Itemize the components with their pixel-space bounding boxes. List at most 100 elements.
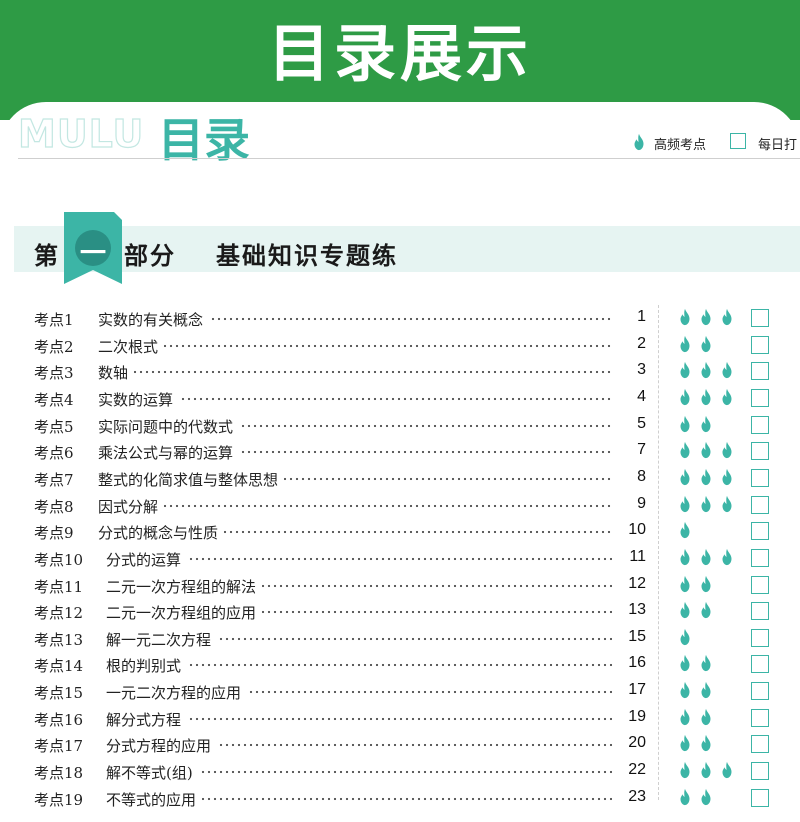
toc-checkbox[interactable] (751, 762, 769, 781)
toc-row[interactable]: 考点13 解一元二次方程 15 (0, 625, 800, 651)
flame-icon (701, 415, 711, 432)
toc-checkbox[interactable] (751, 548, 769, 567)
toc-title: 分式方程的应用 (106, 735, 218, 757)
toc-checkbox[interactable] (751, 708, 769, 727)
flame-icon (680, 655, 690, 672)
section-number: 一 (79, 239, 106, 269)
toc-row[interactable]: 考点17 分式方程的应用 20 (0, 731, 800, 757)
flame-icon (722, 308, 732, 326)
toc-code: 考点4 (34, 390, 74, 409)
toc-row[interactable]: 考点5 实际问题中的代数式 5 (0, 412, 800, 438)
toc-code: 考点7 (34, 470, 74, 489)
toc-checkbox[interactable] (751, 602, 769, 621)
toc-title: 实际问题中的代数式 (98, 415, 240, 437)
toc-code: 考点9 (34, 524, 74, 543)
banner-title: 目录展示 (267, 17, 532, 90)
toc-checkbox[interactable] (751, 575, 769, 594)
toc-page-number: 17 (612, 681, 646, 700)
flame-icon (701, 575, 711, 592)
toc-checkbox[interactable] (751, 495, 769, 514)
section-prefix: 第 (34, 241, 60, 270)
toc-checkbox[interactable] (751, 655, 769, 674)
flame-icon (701, 468, 711, 485)
toc-checkbox[interactable] (751, 522, 769, 541)
toc-title: 二次根式 (98, 335, 165, 357)
flame-icon (701, 308, 711, 326)
toc-frequency (676, 495, 739, 515)
toc-page-number: 5 (612, 414, 646, 433)
toc-checkbox[interactable] (751, 682, 769, 701)
flame-icon (701, 761, 711, 779)
toc-frequency (676, 441, 739, 461)
toc-page-number: 9 (612, 494, 646, 513)
flame-icon (680, 335, 690, 352)
legend-checkin-label: 每日打 (758, 138, 798, 153)
flame-icon (680, 388, 690, 406)
flame-icon (680, 362, 690, 379)
toc-row[interactable]: 考点4 实数的运算 4 (0, 385, 800, 411)
toc-checkbox[interactable] (751, 788, 769, 807)
toc-title: 整式的化简求值与整体思想 (98, 468, 285, 490)
toc-title: 不等式的应用 (106, 788, 203, 810)
flame-icon (701, 788, 711, 805)
toc-row[interactable]: 考点8 因式分解 9 (0, 492, 800, 518)
toc-row[interactable]: 考点19 不等式的应用 23 (0, 785, 800, 811)
toc-code: 考点10 (34, 550, 84, 569)
toc-checkbox[interactable] (751, 735, 769, 754)
toc-row[interactable]: 考点3 数轴 3 (0, 358, 800, 384)
flame-icon (701, 548, 711, 565)
toc-frequency (676, 521, 697, 541)
toc-row[interactable]: 考点11 二元一次方程组的解法 12 (0, 572, 800, 598)
contents-heading-title: 目录 (158, 113, 250, 167)
toc-code: 考点14 (34, 657, 84, 676)
toc-leader-dots (108, 394, 612, 403)
toc-frequency (676, 548, 739, 568)
toc-page-number: 3 (612, 361, 646, 380)
toc-code: 考点8 (34, 497, 74, 516)
toc-code: 考点3 (34, 364, 74, 383)
toc-row[interactable]: 考点16 解分式方程 19 (0, 705, 800, 731)
toc-row[interactable]: 考点18 解不等式(组) 22 (0, 758, 800, 784)
toc-leader-dots (116, 554, 612, 563)
toc-page-number: 15 (612, 627, 646, 646)
toc-frequency (676, 681, 718, 701)
toc-row[interactable]: 考点2 二次根式 2 (0, 332, 800, 358)
toc-code: 考点1 (34, 311, 74, 329)
toc-checkbox[interactable] (751, 415, 769, 434)
toc-frequency (676, 388, 739, 408)
toc-checkbox[interactable] (751, 628, 769, 647)
flame-icon (680, 602, 690, 619)
toc-code: 考点6 (34, 444, 74, 463)
toc-frequency (676, 335, 718, 355)
toc-checkbox[interactable] (751, 468, 769, 487)
flame-icon (722, 442, 732, 459)
toc-row[interactable]: 考点1 实数的有关概念 1 (0, 305, 800, 331)
toc-row[interactable]: 考点6 乘法公式与幂的运算 7 (0, 438, 800, 464)
toc-row[interactable]: 考点9 分式的概念与性质 10 (0, 518, 800, 544)
toc-checkbox[interactable] (751, 388, 769, 407)
toc-frequency (676, 308, 739, 328)
flame-icon (680, 548, 690, 565)
flame-icon (680, 522, 690, 539)
toc-checkbox[interactable] (751, 335, 769, 354)
flame-icon (680, 628, 690, 645)
toc-row[interactable]: 考点14 根的判别式 16 (0, 651, 800, 677)
toc-row[interactable]: 考点12 二元一次方程组的应用 13 (0, 598, 800, 624)
toc-row[interactable]: 考点10 分式的运算 11 (0, 545, 800, 571)
flame-icon (701, 602, 711, 619)
toc-checkbox[interactable] (751, 442, 769, 461)
toc-title: 解分式方程 (106, 708, 188, 730)
toc-code: 考点19 (34, 790, 84, 809)
toc-row[interactable]: 考点7 整式的化简求值与整体思想 8 (0, 465, 800, 491)
heading-rule (18, 158, 800, 159)
toc-checkbox[interactable] (751, 309, 769, 327)
toc-code: 考点2 (34, 337, 74, 356)
toc-row[interactable]: 考点15 一元二次方程的应用 17 (0, 678, 800, 704)
toc-frequency (676, 708, 718, 728)
flame-icon (701, 335, 711, 352)
toc-code: 考点13 (34, 630, 84, 649)
toc-title: 分式的概念与性质 (98, 522, 225, 544)
toc-page-number: 2 (612, 334, 646, 353)
toc-checkbox[interactable] (751, 362, 769, 381)
flame-icon (680, 468, 690, 485)
